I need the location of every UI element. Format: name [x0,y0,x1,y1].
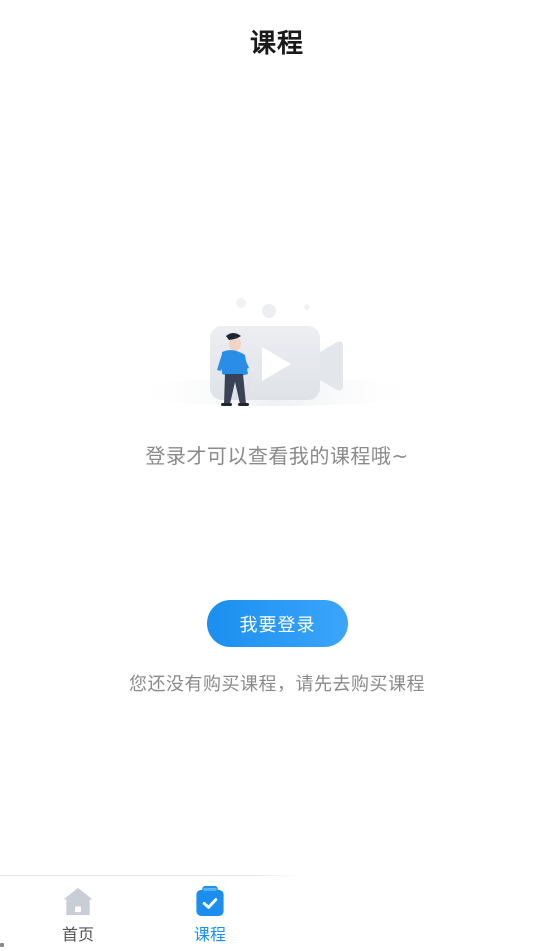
corner-indicator [0,943,4,947]
empty-state-illustration [125,292,425,417]
login-button[interactable]: 我要登录 [207,600,348,647]
purchase-hint-text: 您还没有购买课程，请先去购买课程 [129,674,425,695]
page-header: 课程 [0,0,554,82]
tab-home[interactable]: 首页 [38,885,118,945]
tab-course[interactable]: 课程 [170,885,250,945]
tab-home-label: 首页 [61,925,94,944]
course-clipboard-icon [196,885,224,917]
bottom-tabbar: 首页 课程 [0,875,554,951]
empty-state-message: 登录才可以查看我的课程哦~ [145,444,409,468]
tabbar-divider [0,875,300,876]
video-camera-person-illustration-icon [125,298,425,406]
home-icon [63,887,93,916]
page-title: 课程 [249,28,304,59]
tab-course-label: 课程 [193,925,226,944]
